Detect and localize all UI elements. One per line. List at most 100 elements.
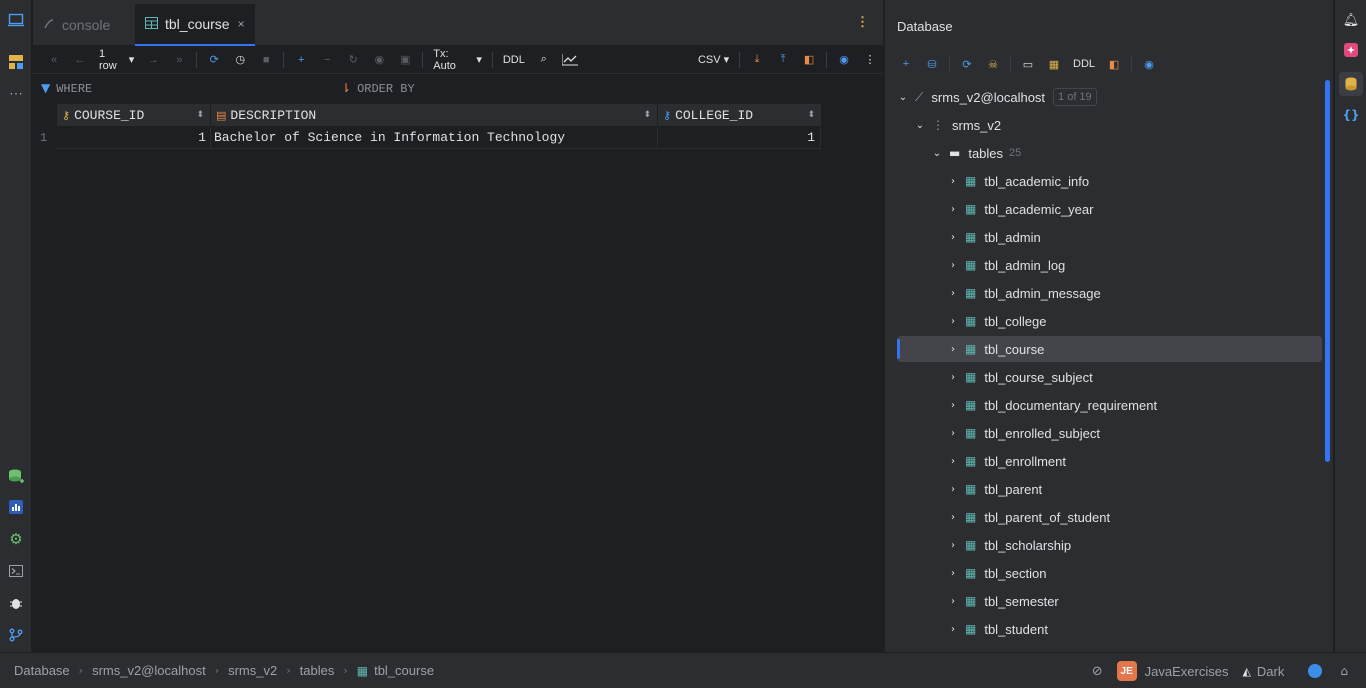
ddl-button[interactable]: DDL [497, 49, 531, 71]
tree-table-item[interactable]: › ▦ tbl_documentary_requirement [897, 392, 1322, 418]
ai-assistant-icon[interactable] [1341, 40, 1361, 60]
tree-table-item[interactable]: › ▦ tbl_enrollment [897, 448, 1322, 474]
problems-bug-icon[interactable] [6, 593, 26, 613]
chevron-down-icon[interactable]: ⌄ [897, 92, 909, 103]
column-header-description[interactable]: ▤ DESCRIPTION ⬍ [211, 104, 657, 126]
chevron-down-icon[interactable]: ⌄ [914, 120, 926, 131]
notifications-bell-icon[interactable]: 🔔︎ [1341, 10, 1361, 30]
tree-table-item[interactable]: › ▦ tbl_parent [897, 476, 1322, 502]
schema-count-badge[interactable]: 1 of 19 [1053, 88, 1097, 106]
chevron-down-icon[interactable]: ⌄ [931, 148, 943, 159]
close-tab-icon[interactable]: × [238, 17, 245, 31]
view-eye-icon[interactable]: ◉ [831, 49, 857, 71]
breadcrumb-item[interactable]: tbl_course [374, 663, 434, 678]
structure-icon[interactable] [6, 52, 26, 72]
compare-icon[interactable]: ◧ [1101, 53, 1127, 75]
revert-icon[interactable]: ↻ [340, 49, 366, 71]
cell-description[interactable]: Bachelor of Science in Information Techn… [211, 127, 658, 149]
tree-table-item[interactable]: › ▦ tbl_student [897, 616, 1322, 642]
export-format-dropdown[interactable]: CSV ▾ [692, 49, 735, 71]
export-download-icon[interactable]: ⤓ [744, 49, 770, 71]
lock-icon[interactable]: ⌂ [1340, 664, 1348, 678]
more-icon[interactable]: ⋯ [6, 83, 26, 103]
tree-table-item[interactable]: › ▦ tbl_section [897, 560, 1322, 586]
refresh-icon[interactable]: ⟳ [954, 53, 980, 75]
database-tool-icon[interactable] [1339, 72, 1363, 96]
status-indicator[interactable] [1308, 664, 1323, 678]
chevron-right-icon[interactable]: › [947, 232, 959, 243]
chevron-right-icon[interactable]: › [947, 512, 959, 523]
chevron-right-icon[interactable]: › [947, 316, 959, 327]
chevron-right-icon[interactable]: › [947, 176, 959, 187]
project-icon[interactable] [6, 10, 26, 30]
orderby-filter[interactable]: ⇂ ORDER BY [341, 81, 415, 96]
breadcrumb-item[interactable]: srms_v2@localhost [92, 663, 206, 678]
next-page-icon[interactable]: → [140, 49, 166, 71]
chevron-right-icon[interactable]: › [947, 540, 959, 551]
refresh-icon[interactable]: ⟳ [201, 49, 227, 71]
settings-gear-icon[interactable]: ⚙ [6, 529, 26, 549]
tree-table-item[interactable]: › ▦ tbl_admin_log [897, 252, 1322, 278]
where-filter[interactable]: ▼ WHERE [41, 81, 92, 96]
view-options-eye-icon[interactable]: ◉ [1136, 53, 1162, 75]
chevron-right-icon[interactable]: › [947, 428, 959, 439]
disconnect-icon[interactable]: ☠ [980, 53, 1006, 75]
column-header-college-id[interactable]: ⚷ COLLEGE_ID ⬍ [658, 104, 821, 126]
previous-page-icon[interactable]: ← [67, 49, 93, 71]
tree-table-item[interactable]: › ▦ tbl_course [897, 336, 1322, 362]
chevron-right-icon[interactable]: › [947, 400, 959, 411]
history-icon[interactable]: ◷ [227, 49, 253, 71]
row-count-dropdown[interactable]: 1 row ▾ [93, 48, 140, 72]
json-braces-icon[interactable]: {} [1341, 105, 1361, 125]
database-add-icon[interactable] [6, 466, 26, 486]
project-name[interactable]: JavaExercises [1145, 664, 1229, 679]
search-icon[interactable]: ⌕ [531, 49, 557, 71]
tab-tbl-course[interactable]: tbl_course × [135, 4, 255, 46]
query-console-icon[interactable]: ▭ [1015, 53, 1041, 75]
table-editor-icon[interactable]: ▦ [1041, 53, 1067, 75]
tab-console[interactable]: console [33, 4, 135, 46]
chevron-right-icon[interactable]: › [947, 288, 959, 299]
tree-tables-folder[interactable]: ⌄ ▬ tables 25 [931, 140, 1356, 166]
cell-course-id[interactable]: 1 [57, 127, 211, 149]
transaction-mode-dropdown[interactable]: Tx: Auto ▾ [427, 48, 488, 72]
compare-icon[interactable]: ◧ [796, 49, 822, 71]
first-page-icon[interactable]: « [41, 49, 67, 71]
services-icon[interactable] [6, 497, 26, 517]
sort-toggle-icon[interactable]: ⬍ [643, 110, 651, 120]
sort-toggle-icon[interactable]: ⬍ [196, 110, 204, 120]
add-row-icon[interactable]: + [288, 49, 314, 71]
submit-save-icon[interactable]: ▣ [392, 49, 418, 71]
tree-schema[interactable]: ⌄ ⋮ srms_v2 [914, 112, 1339, 138]
panel-scrollbar[interactable] [1325, 80, 1330, 462]
sort-toggle-icon[interactable]: ⬍ [807, 110, 815, 120]
ddl-button[interactable]: DDL [1067, 53, 1101, 75]
tree-table-item[interactable]: › ▦ tbl_parent_of_student [897, 504, 1322, 530]
breadcrumb-item[interactable]: tables [300, 663, 335, 678]
data-source-properties-icon[interactable]: ⛁ [919, 53, 945, 75]
tree-table-item[interactable]: › ▦ tbl_course_subject [897, 364, 1322, 390]
more-options-icon[interactable]: ⋮ [857, 49, 883, 71]
tree-table-item[interactable]: › ▦ tbl_college [897, 308, 1322, 334]
tree-table-item[interactable]: › ▦ tbl_scholarship [897, 532, 1322, 558]
preview-eye-icon[interactable]: ◉ [366, 49, 392, 71]
chevron-right-icon[interactable]: › [947, 344, 959, 355]
chevron-right-icon[interactable]: › [947, 596, 959, 607]
tree-table-item[interactable]: › ▦ tbl_admin_message [897, 280, 1322, 306]
new-icon[interactable]: + [893, 53, 919, 75]
tree-connection[interactable]: ⌄ ⟋ srms_v2@localhost 1 of 19 [897, 84, 1322, 110]
last-page-icon[interactable]: » [166, 49, 192, 71]
tree-table-item[interactable]: › ▦ tbl_semester [897, 588, 1322, 614]
tree-table-item[interactable]: › ▦ tbl_academic_info [897, 168, 1322, 194]
chevron-right-icon[interactable]: › [947, 624, 959, 635]
chevron-right-icon[interactable]: › [947, 484, 959, 495]
tree-table-item[interactable]: › ▦ tbl_admin [897, 224, 1322, 250]
stop-icon[interactable]: ■ [253, 49, 279, 71]
chart-icon[interactable] [557, 49, 583, 71]
column-header-course-id[interactable]: ⚷ COURSE_ID ⬍ [57, 104, 210, 126]
chevron-right-icon[interactable]: › [947, 568, 959, 579]
breadcrumb-item[interactable]: srms_v2 [228, 663, 277, 678]
no-connection-eye-icon[interactable]: ⊘ [1092, 664, 1103, 679]
import-upload-icon[interactable]: ⤒ [770, 49, 796, 71]
theme-switcher[interactable]: Dark [1257, 664, 1284, 679]
